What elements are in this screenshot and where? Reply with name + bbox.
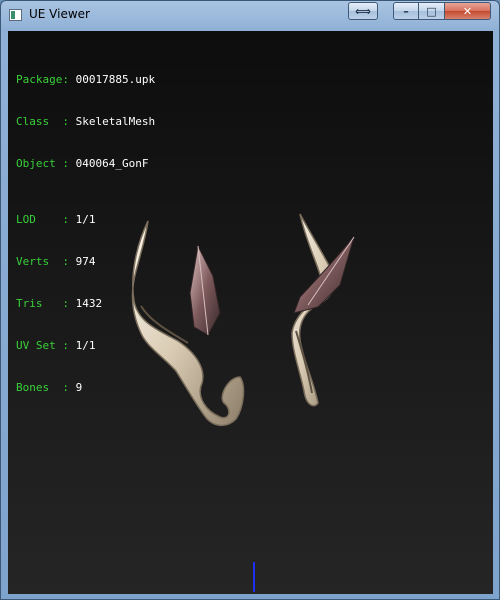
maximize-button[interactable]: □	[419, 2, 445, 20]
window-title: UE Viewer	[29, 7, 90, 21]
axis-indicator	[253, 562, 255, 592]
toggle-view-button[interactable]: ⟺	[348, 2, 378, 20]
minimize-icon: –	[403, 4, 409, 18]
title-bar[interactable]: UE Viewer ⟺ – □ ✕	[1, 1, 499, 31]
close-button[interactable]: ✕	[445, 2, 491, 20]
app-icon	[9, 9, 22, 21]
app-window: UE Viewer ⟺ – □ ✕ Package: 00017885.upk …	[0, 0, 500, 600]
maximize-icon: □	[426, 4, 437, 18]
swap-arrows-icon: ⟺	[355, 4, 371, 18]
right-wing-ornament	[291, 213, 355, 407]
left-wing-ornament	[131, 220, 245, 427]
3d-viewport[interactable]: Package: 00017885.upk Class : SkeletalMe…	[8, 31, 493, 594]
close-icon: ✕	[462, 4, 473, 18]
skeletal-mesh-render	[131, 213, 355, 427]
minimize-button[interactable]: –	[393, 2, 419, 20]
